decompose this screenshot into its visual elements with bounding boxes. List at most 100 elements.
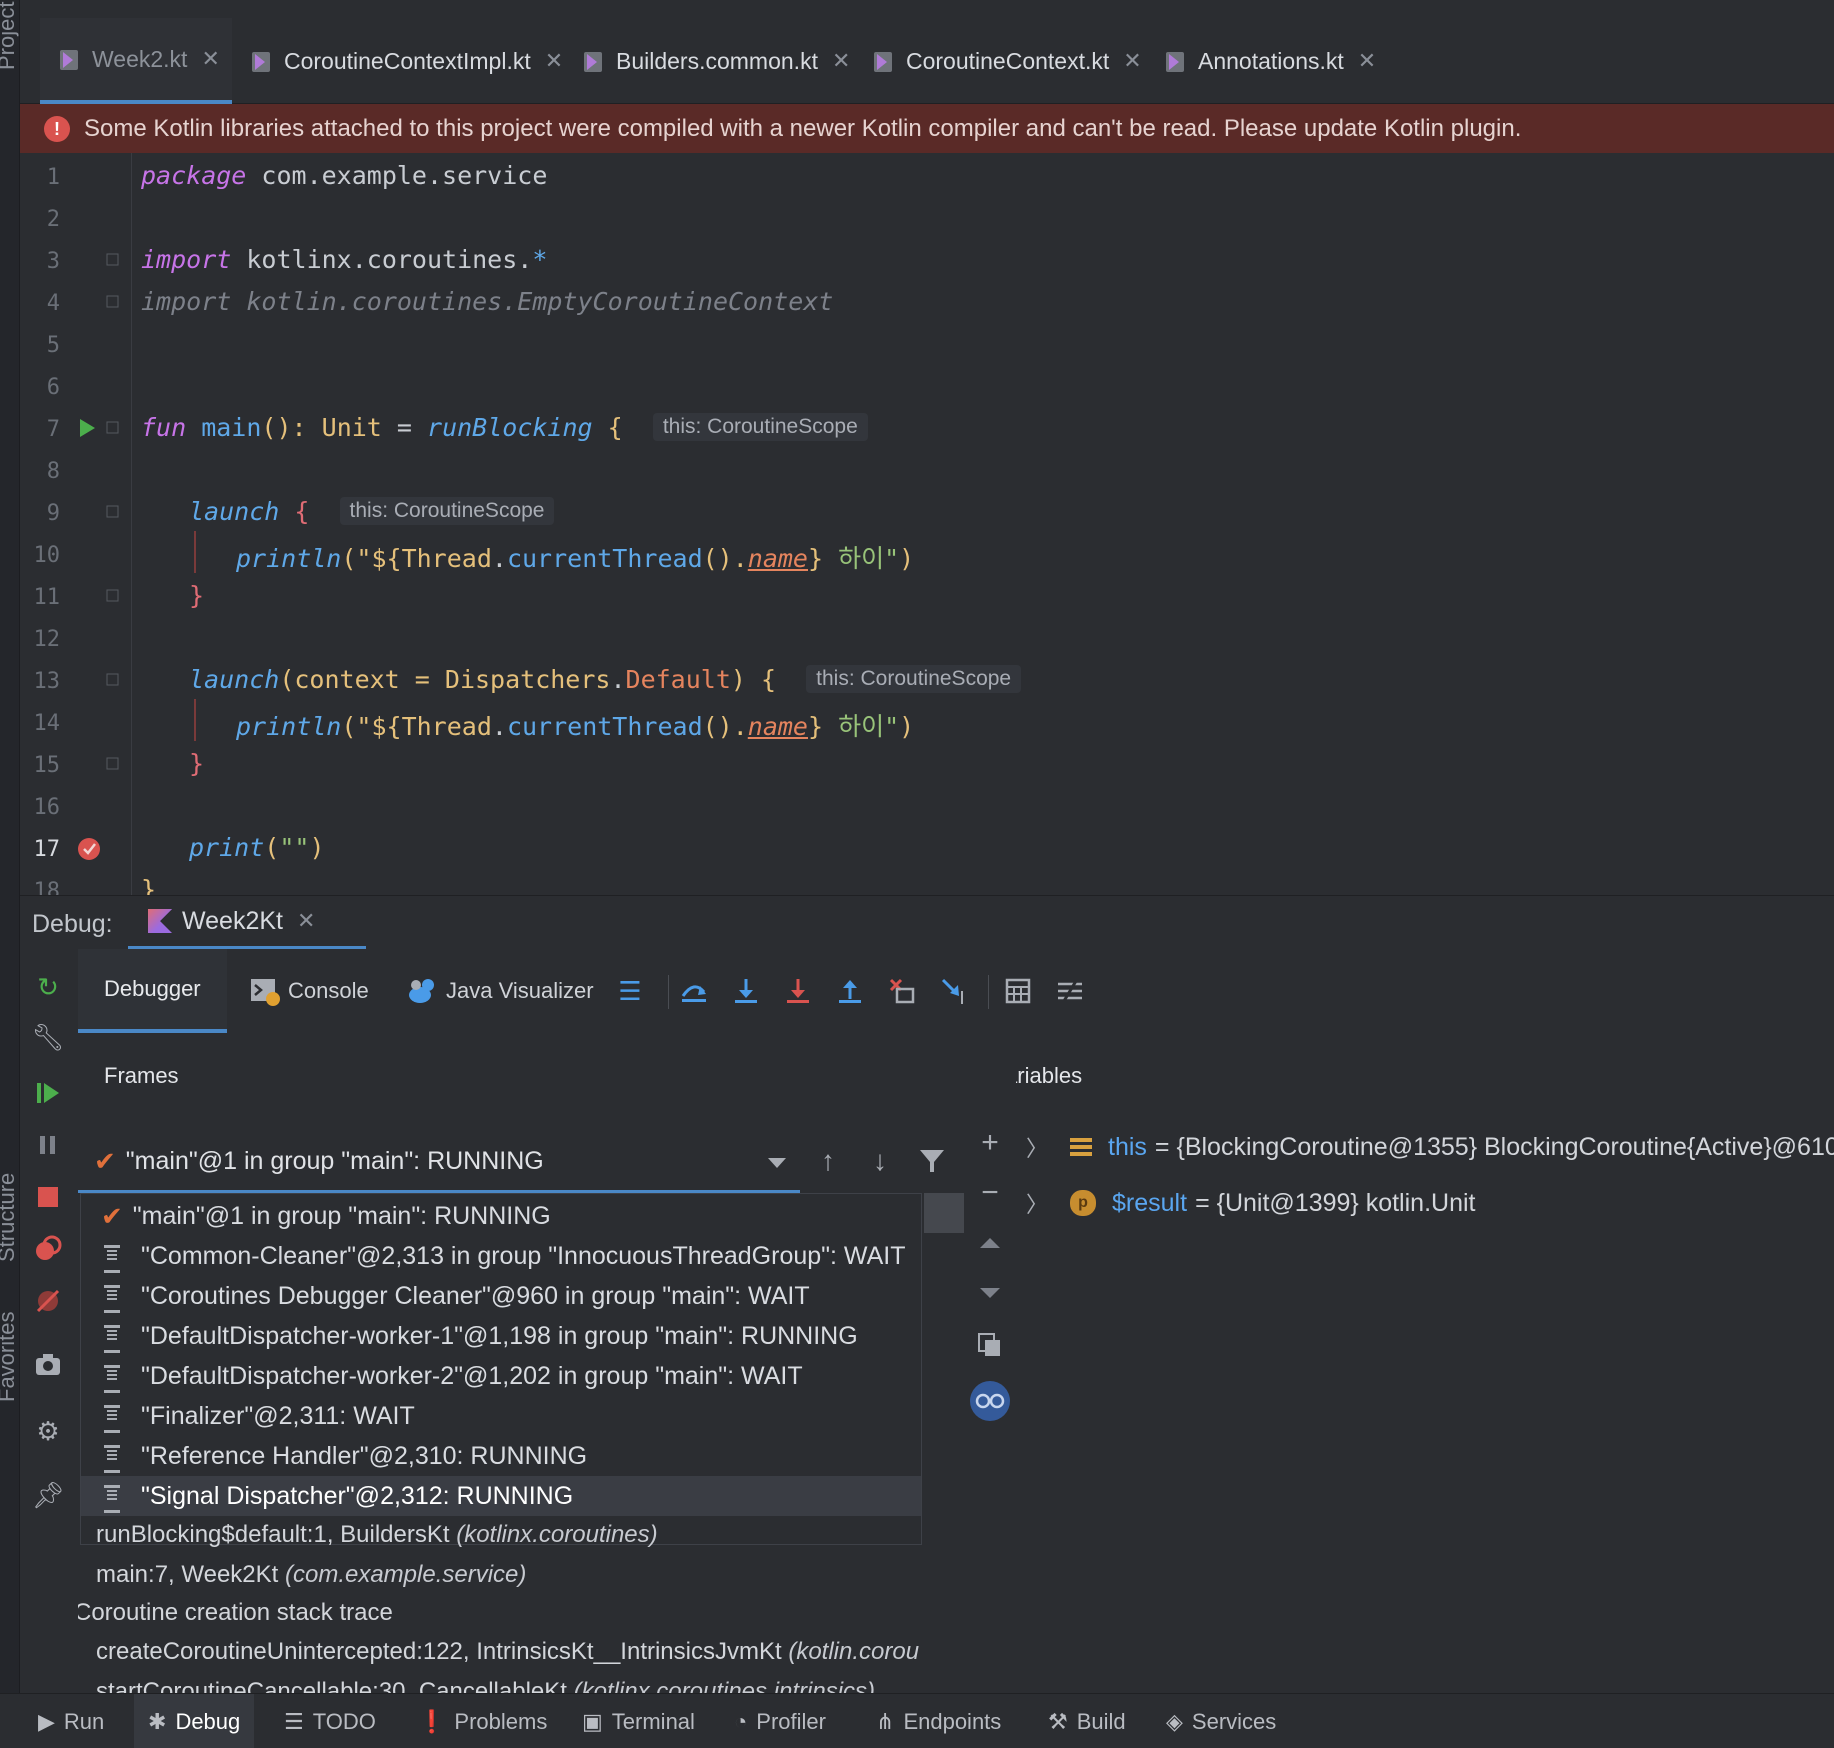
thread-selector[interactable]: ✔ "main"@1 in group "main": RUNNING	[78, 1133, 800, 1193]
copy-icon[interactable]	[974, 1329, 1006, 1361]
thread-item[interactable]: "Coroutines Debugger Cleaner"@960 in gro…	[81, 1276, 921, 1316]
todo-tool-button[interactable]: ☰ TODO	[284, 1694, 376, 1748]
fold-marker-icon[interactable]	[106, 253, 120, 267]
tab-console[interactable]: Console	[250, 949, 369, 1033]
mute-breakpoints-icon[interactable]	[32, 1285, 64, 1317]
tab-builders-common[interactable]: Builders.common.kt ✕	[564, 18, 850, 104]
favorites-tool-label[interactable]: Favorites	[0, 1312, 20, 1402]
tab-debugger[interactable]: Debugger	[78, 949, 227, 1033]
tab-coroutinecontextimpl[interactable]: CoroutineContextImpl.kt ✕	[232, 18, 563, 104]
project-tool-label[interactable]: Project	[0, 2, 20, 70]
step-into-icon[interactable]	[782, 975, 814, 1007]
thread-item[interactable]: "Finalizer"@2,311: WAIT	[81, 1396, 921, 1436]
thread-item[interactable]: "DefaultDispatcher-worker-2"@1,202 in gr…	[81, 1356, 921, 1396]
evaluate-expression-icon[interactable]	[1002, 975, 1034, 1007]
kotlin-warning-banner: ! Some Kotlin libraries attached to this…	[20, 104, 1834, 153]
tab-label: Week2.kt	[92, 45, 188, 72]
run-tool-button[interactable]: ▶ Run	[38, 1694, 104, 1748]
build-tool-button[interactable]: ⚒ Build	[1048, 1694, 1126, 1748]
rerun-icon[interactable]: ↻	[32, 971, 64, 1003]
fold-marker-icon[interactable]	[106, 757, 120, 771]
chevron-right-icon[interactable]: 〉	[1026, 1131, 1048, 1163]
settings-gear-icon[interactable]: ⚙	[32, 1415, 64, 1447]
filter-icon[interactable]	[914, 1143, 950, 1179]
chevron-right-icon[interactable]: 〉	[1026, 1187, 1048, 1219]
pause-icon[interactable]	[32, 1129, 64, 1161]
tab-label: CoroutineContext.kt	[906, 47, 1110, 74]
run-to-cursor-icon[interactable]	[938, 975, 970, 1007]
arrow-up-icon[interactable]: ↑	[810, 1143, 846, 1179]
fold-marker-icon[interactable]	[106, 421, 120, 435]
tab-annotations[interactable]: Annotations.kt ✕	[1146, 18, 1376, 104]
close-icon[interactable]: ✕	[832, 48, 850, 74]
move-up-icon[interactable]	[974, 1227, 1006, 1259]
close-icon[interactable]: ✕	[545, 48, 563, 74]
close-icon[interactable]: ✕	[297, 908, 315, 934]
debug-tool-button[interactable]: ✱ Debug	[134, 1694, 255, 1748]
tab-java-visualizer[interactable]: Java Visualizer	[406, 949, 594, 1033]
stack-frame[interactable]: startCoroutineCancellable:30, Cancellabl…	[96, 1678, 875, 1693]
resume-icon[interactable]	[32, 1077, 64, 1109]
thread-item-highlighted[interactable]: "Signal Dispatcher"@2,312: RUNNING	[81, 1476, 921, 1516]
endpoints-tool-button[interactable]: ⋔ Endpoints	[876, 1694, 1001, 1748]
trace-current-stream-icon[interactable]	[1054, 975, 1086, 1007]
variable-row[interactable]: 〉 p $result = {Unit@1399} kotlin.Unit	[1026, 1183, 1475, 1223]
services-tool-button[interactable]: ◈ Services	[1166, 1694, 1276, 1748]
threads-menu-icon[interactable]: ☰	[614, 975, 646, 1007]
show-execution-point-icon[interactable]	[678, 975, 710, 1007]
tab-coroutinecontext[interactable]: CoroutineContext.kt ✕	[854, 18, 1142, 104]
profiler-tool-button[interactable]: ◔ Profiler	[734, 1694, 826, 1748]
tab-week2[interactable]: Week2.kt ✕	[40, 18, 232, 104]
add-watch-icon[interactable]: +	[974, 1126, 1006, 1159]
scrollbar-thumb[interactable]	[924, 1193, 964, 1233]
breakpoint-icon[interactable]	[76, 835, 102, 861]
line-number: 2	[46, 207, 60, 232]
thread-list-scrollbar[interactable]	[924, 1193, 964, 1545]
line-number: 12	[33, 627, 61, 652]
close-icon[interactable]: ✕	[201, 46, 219, 72]
pin-icon[interactable]: 📌︎	[32, 1479, 65, 1511]
variable-row[interactable]: 〉 this = {BlockingCoroutine@1355} Blocki…	[1026, 1127, 1834, 1167]
step-out-icon[interactable]	[834, 975, 866, 1007]
hammer-icon: ⚒	[1048, 1708, 1068, 1734]
debug-session-tab[interactable]: Week2Kt ✕	[128, 896, 366, 950]
arrow-down-icon[interactable]: ↓	[862, 1143, 898, 1179]
close-icon[interactable]: ✕	[1123, 48, 1141, 74]
move-down-icon[interactable]	[974, 1277, 1006, 1309]
problems-tool-button[interactable]: ❗ Problems	[418, 1694, 547, 1748]
view-breakpoints-icon[interactable]	[32, 1233, 64, 1265]
thread-item[interactable]: "Common-Cleaner"@2,313 in group "Innocuo…	[81, 1236, 921, 1276]
stack-frame[interactable]: createCoroutineUnintercepted:122, Intrin…	[96, 1638, 919, 1666]
terminal-tool-button[interactable]: ▣ Terminal	[582, 1694, 695, 1748]
camera-icon[interactable]	[32, 1349, 64, 1381]
watches-glasses-icon[interactable]	[970, 1381, 1010, 1421]
remove-watch-icon[interactable]: −	[974, 1176, 1006, 1209]
drop-frame-icon[interactable]	[886, 975, 918, 1007]
step-over-icon[interactable]	[730, 975, 762, 1007]
dropdown-arrow-icon[interactable]	[768, 1158, 786, 1168]
parameter-icon: p	[1070, 1190, 1097, 1216]
fold-marker-icon[interactable]	[106, 589, 120, 603]
stop-icon[interactable]	[32, 1181, 64, 1213]
fold-marker-icon[interactable]	[106, 295, 120, 309]
thread-item[interactable]: "Reference Handler"@2,310: RUNNING	[81, 1436, 921, 1476]
structure-tool-label[interactable]: Structure	[0, 1173, 20, 1262]
fold-marker-icon[interactable]	[106, 673, 120, 687]
terminal-icon: ▣	[582, 1708, 603, 1734]
stack-frame[interactable]: runBlocking$default:1, BuildersKt (kotli…	[96, 1521, 658, 1549]
thread-icon	[101, 1485, 123, 1513]
wrench-icon[interactable]: 🔧︎	[32, 1021, 65, 1053]
editor-tab-bar: Week2.kt ✕ CoroutineContextImpl.kt ✕ Bui…	[20, 18, 1834, 104]
code-editor[interactable]: 1 2 3 4 5 6 7 8 9 10 11 12 13 14 15 16 1…	[20, 153, 1834, 895]
stack-frame[interactable]: main:7, Week2Kt (com.example.service)	[96, 1561, 526, 1589]
fold-marker-icon[interactable]	[106, 505, 120, 519]
thread-item[interactable]: ✔ "main"@1 in group "main": RUNNING	[81, 1196, 921, 1236]
run-gutter-icon[interactable]	[78, 418, 96, 438]
tab-label: Annotations.kt	[1198, 47, 1344, 74]
kotlin-class-file-icon	[250, 48, 274, 74]
line-number: 18	[33, 879, 61, 895]
debug-side-toolbar: ↻ 🔧︎ ⚙ 📌︎	[20, 949, 78, 1709]
thread-item[interactable]: "DefaultDispatcher-worker-1"@1,198 in gr…	[81, 1316, 921, 1356]
console-icon	[251, 979, 280, 1006]
close-icon[interactable]: ✕	[1358, 48, 1376, 74]
